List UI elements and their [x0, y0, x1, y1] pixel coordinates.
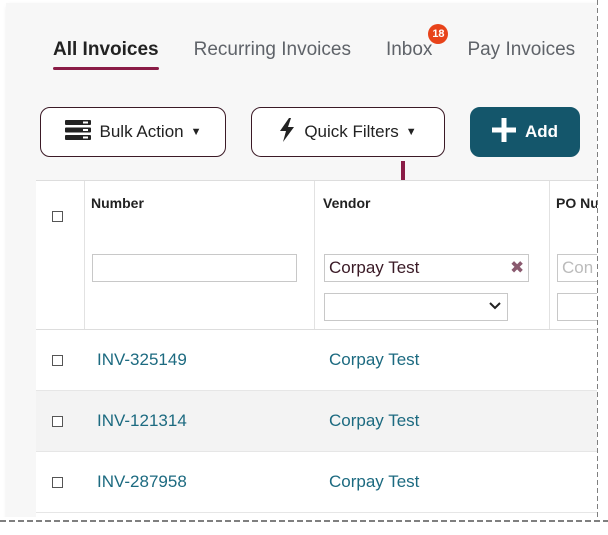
tab-label: Inbox: [385, 39, 433, 60]
bulk-action-label: Bulk Action: [99, 122, 184, 141]
chevron-down-icon: [489, 298, 501, 314]
screenshot-torn-edge: [0, 517, 608, 527]
table-row[interactable]: INV-325149 Corpay Test: [36, 330, 597, 391]
invoices-table: Number Vendor PO Nu ✖ INV-325149 Corpay …: [36, 180, 597, 517]
po-number-filter-input[interactable]: [557, 254, 597, 282]
invoice-number-link[interactable]: INV-287958: [97, 472, 187, 492]
row-divider: [36, 512, 597, 513]
quick-filters-label: Quick Filters: [304, 122, 399, 141]
inbox-count-badge: 18: [428, 24, 449, 44]
table-row[interactable]: INV-287958 Corpay Test: [36, 452, 597, 513]
add-button[interactable]: Add: [470, 107, 580, 157]
screenshot-torn-edge: [596, 0, 608, 527]
column-header-number[interactable]: Number: [91, 195, 144, 211]
lightning-icon: [279, 117, 295, 147]
app-window: All Invoices Recurring Invoices Inbox 18…: [6, 3, 597, 517]
column-header-vendor[interactable]: Vendor: [323, 195, 370, 211]
tab-recurring-invoices[interactable]: Recurring Invoices: [194, 33, 351, 73]
column-separator: [549, 181, 550, 329]
row-checkbox[interactable]: [52, 477, 63, 488]
tab-bar: All Invoices Recurring Invoices Inbox 18…: [53, 24, 597, 73]
vendor-link[interactable]: Corpay Test: [329, 472, 419, 492]
quick-filters-button[interactable]: Quick Filters ▼: [251, 107, 445, 157]
clear-icon[interactable]: ✖: [510, 258, 524, 278]
po-number-filter-select[interactable]: [557, 293, 597, 321]
row-checkbox[interactable]: [52, 416, 63, 427]
add-label: Add: [524, 122, 559, 141]
invoice-number-link[interactable]: INV-121314: [97, 411, 187, 431]
tab-label: Recurring Invoices: [193, 39, 351, 60]
tab-label: Pay Invoices: [467, 39, 576, 60]
vendor-link[interactable]: Corpay Test: [329, 411, 419, 431]
server-stack-icon: [64, 119, 91, 145]
column-header-po-number[interactable]: PO Nu: [556, 195, 597, 211]
plus-icon: [491, 117, 516, 147]
tab-label: All Invoices: [53, 39, 159, 60]
column-separator: [84, 181, 85, 329]
select-all-checkbox[interactable]: [52, 211, 63, 222]
number-filter-input[interactable]: [92, 254, 297, 282]
tab-inbox[interactable]: Inbox 18: [385, 24, 449, 73]
tab-all-invoices[interactable]: All Invoices: [53, 33, 159, 73]
vendor-filter-select[interactable]: [324, 293, 508, 321]
column-separator: [314, 181, 315, 329]
caret-down-icon: ▼: [405, 126, 417, 138]
vendor-link[interactable]: Corpay Test: [329, 350, 419, 370]
caret-down-icon: ▼: [190, 126, 202, 138]
table-row[interactable]: INV-121314 Corpay Test: [36, 391, 597, 452]
vendor-filter-input[interactable]: [324, 254, 529, 282]
tab-pay-invoices[interactable]: Pay Invoices: [467, 33, 575, 73]
bulk-action-button[interactable]: Bulk Action ▼: [40, 107, 226, 157]
invoice-number-link[interactable]: INV-325149: [97, 350, 187, 370]
row-checkbox[interactable]: [52, 355, 63, 366]
